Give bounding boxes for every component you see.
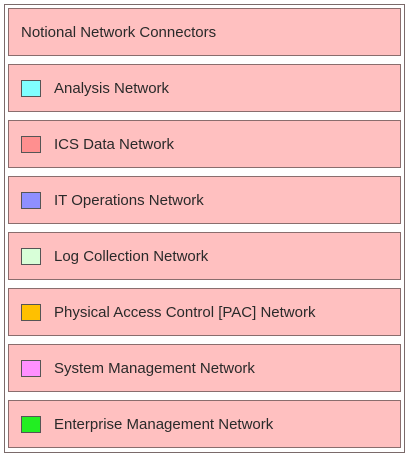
legend-item-pac-network: Physical Access Control [PAC] Network xyxy=(8,288,401,336)
legend-item-ics-data-network: ICS Data Network xyxy=(8,120,401,168)
legend-label-analysis-network: Analysis Network xyxy=(54,79,170,97)
color-swatch-log-collection-network xyxy=(21,247,41,265)
legend-item-log-collection-network: Log Collection Network xyxy=(8,232,401,280)
network-legend: Notional Network Connectors Analysis Net… xyxy=(4,4,405,453)
color-swatch-system-management-network xyxy=(21,359,41,377)
legend-title: Notional Network Connectors xyxy=(21,23,217,41)
color-swatch-analysis-network xyxy=(21,79,41,97)
legend-title-row: Notional Network Connectors xyxy=(8,8,401,56)
legend-label-enterprise-management-network: Enterprise Management Network xyxy=(54,415,274,433)
legend-label-log-collection-network: Log Collection Network xyxy=(54,247,209,265)
legend-label-pac-network: Physical Access Control [PAC] Network xyxy=(54,303,316,321)
color-swatch-pac-network xyxy=(21,303,41,321)
legend-label-ics-data-network: ICS Data Network xyxy=(54,135,175,153)
legend-item-enterprise-management-network: Enterprise Management Network xyxy=(8,400,401,448)
color-swatch-ics-data-network xyxy=(21,135,41,153)
legend-item-analysis-network: Analysis Network xyxy=(8,64,401,112)
color-swatch-it-operations-network xyxy=(21,191,41,209)
legend-label-system-management-network: System Management Network xyxy=(54,359,255,377)
legend-item-system-management-network: System Management Network xyxy=(8,344,401,392)
color-swatch-enterprise-management-network xyxy=(21,415,41,433)
legend-label-it-operations-network: IT Operations Network xyxy=(54,191,204,209)
legend-item-it-operations-network: IT Operations Network xyxy=(8,176,401,224)
